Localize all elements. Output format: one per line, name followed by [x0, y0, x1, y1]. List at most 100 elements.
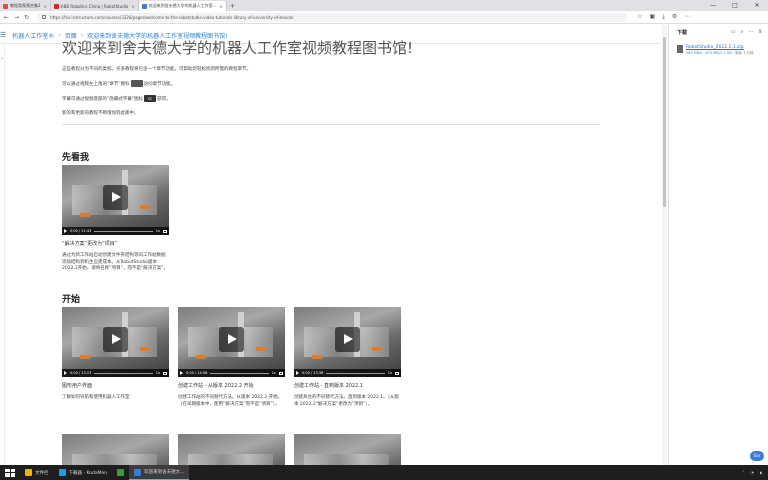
- video-thumbnail: [80, 213, 90, 217]
- video-player[interactable]: 0:00 / 14:58 1x: [178, 307, 285, 377]
- taskbar-item[interactable]: 下载器 - KodaMen: [54, 465, 113, 480]
- video-description: 通过为新工作站启动创建文件夹结构等同工作站数据添加结构到机生应建成本。从Robo…: [62, 253, 169, 271]
- more-icon[interactable]: ⋯: [684, 13, 690, 21]
- fullscreen-icon[interactable]: [395, 371, 399, 375]
- tab-favicon-icon: [3, 3, 8, 9]
- browser-tab-3[interactable]: 欢迎来到舍夫德大学的机器人工作室... ✕: [138, 1, 227, 11]
- lock-icon: [42, 15, 47, 19]
- close-icon[interactable]: ✕: [44, 4, 47, 9]
- fullscreen-icon[interactable]: [163, 229, 167, 233]
- settings-icon[interactable]: ⚙: [672, 13, 677, 21]
- intro-paragraph: 可以通过视频左上角的“章节”图标 访问章节功能。: [62, 80, 662, 88]
- search-icon[interactable]: ⌕: [741, 29, 744, 35]
- video-player[interactable]: 0:00 / 13:23 1x: [62, 307, 169, 377]
- maximize-button[interactable]: □: [724, 0, 746, 11]
- intro-paragraph: 这些教程分为不同的类别。许多教程将包含一个章节功能，可帮助您轻松找到所需的教程章…: [62, 67, 251, 72]
- video-time: 0:00 / 13:23: [70, 371, 92, 375]
- video-player[interactable]: [178, 434, 285, 465]
- network-icon[interactable]: ◔: [750, 470, 754, 475]
- page-scrollbar[interactable]: [662, 25, 667, 465]
- chevron-right-icon[interactable]: ›: [1, 56, 4, 62]
- chevron-up-icon[interactable]: ˄: [742, 470, 744, 475]
- video-thumbnail: [312, 355, 322, 359]
- intro-paragraph: 新的和更新的教程不断增加到此库中。: [62, 111, 139, 116]
- video-card: [62, 434, 169, 465]
- close-window-button[interactable]: ✕: [746, 0, 768, 11]
- more-icon[interactable]: ⋯: [748, 29, 753, 35]
- fullscreen-icon[interactable]: [163, 371, 167, 375]
- video-title: 创建工作站 - 从版本 2022.2 开始: [178, 383, 254, 389]
- chapters-icon: [130, 80, 143, 87]
- video-description: 创建工作站的不同替代方法。从版本 2022.2 开始。（在早期版本中，使用“解决…: [178, 395, 283, 407]
- play-button[interactable]: [103, 185, 128, 210]
- video-thumbnail: [80, 355, 90, 359]
- download-file-name[interactable]: RobotStudio_2022.2.1.zip: [686, 45, 754, 50]
- menu-icon[interactable]: ☰: [0, 31, 6, 39]
- windows-start-icon[interactable]: [5, 468, 15, 477]
- browser-tab-1[interactable]: 教程类视频合集2 ✕: [0, 1, 51, 11]
- taskbar-label: 文件栏: [35, 470, 49, 476]
- tab-label: 教程类视频合集2: [10, 3, 41, 8]
- taskbar-item[interactable]: [112, 465, 129, 480]
- progress-bar[interactable]: [94, 372, 153, 374]
- video-thumbnail: [304, 454, 389, 465]
- browser-tab-bar: 教程类视频合集2 ✕ ABB Robotics China | RobotStu…: [0, 0, 768, 11]
- download-item[interactable]: RobotStudio_2022.2.1.zip 280 MB/s · 873 …: [677, 45, 768, 56]
- forward-icon[interactable]: →: [14, 14, 19, 21]
- video-time: 0:00 / 14:58: [186, 371, 208, 375]
- play-icon[interactable]: [180, 371, 183, 375]
- video-title: 创建工作站 - 直到版本 2022.1: [294, 383, 364, 389]
- video-controls: 0:00 / 14:58 1x: [178, 369, 285, 377]
- volume-icon[interactable]: ◖: [760, 470, 762, 475]
- taskbar-item[interactable]: 文件栏: [20, 465, 54, 480]
- speed-button[interactable]: 1x: [272, 371, 276, 375]
- progress-bar[interactable]: [326, 372, 385, 374]
- scrollbar-thumb[interactable]: [663, 37, 666, 207]
- pin-icon[interactable]: ⊻: [758, 29, 762, 35]
- play-button[interactable]: [103, 327, 128, 352]
- progress-bar[interactable]: [210, 372, 269, 374]
- system-tray: ˄ ◔ ◖: [742, 470, 768, 475]
- video-card: 0:00 / 11:43 1x “解决方案”更改为“项目” 通过为新工作站启动创建文件…: [62, 165, 169, 273]
- download-icon[interactable]: ⤓: [662, 13, 665, 21]
- video-player[interactable]: 0:00 / 13:36 1x: [294, 307, 401, 377]
- star-icon[interactable]: ☆: [637, 13, 642, 21]
- play-button[interactable]: [335, 327, 360, 352]
- speed-button[interactable]: 1x: [156, 229, 160, 233]
- reload-icon[interactable]: ↻: [24, 14, 29, 21]
- section-heading: 开始: [62, 295, 81, 305]
- address-toolbar: ← → ↻ https://his.instructure.com/course…: [0, 11, 768, 24]
- tab-favicon-icon: [141, 3, 147, 9]
- speed-button[interactable]: 1x: [388, 371, 392, 375]
- taskbar-item[interactable]: 欢迎来到舍夫德大...: [129, 465, 190, 480]
- download-file-meta: 280 MB/s · 873 MB/2.2 GB · 剩余 1 分钟: [686, 51, 754, 55]
- new-tab-button[interactable]: +: [227, 1, 238, 11]
- video-player[interactable]: [62, 434, 169, 465]
- video-player[interactable]: 0:00 / 11:43 1x: [62, 165, 169, 235]
- minimize-button[interactable]: —: [702, 0, 724, 11]
- speed-button[interactable]: 1x: [156, 371, 160, 375]
- video-thumbnail: [256, 347, 266, 351]
- play-icon[interactable]: [296, 371, 299, 375]
- section-heading: 先看我: [62, 153, 90, 163]
- breadcrumb-item[interactable]: 机器人工作室®: [12, 31, 54, 40]
- progress-bar[interactable]: [94, 230, 153, 232]
- intro-paragraph: 字幕可通过视频底部的“隐藏式字幕”图标 cc 获得。: [62, 95, 662, 103]
- copilot-badge[interactable]: Sar: [750, 451, 764, 461]
- play-icon[interactable]: [64, 229, 67, 233]
- url-text: https://his.instructure.com/courses/3326…: [50, 14, 294, 20]
- play-button[interactable]: [219, 327, 244, 352]
- fullscreen-icon[interactable]: [279, 371, 283, 375]
- play-icon[interactable]: [64, 371, 67, 375]
- folder-icon[interactable]: ▭: [731, 29, 736, 35]
- close-icon[interactable]: ✕: [131, 4, 134, 9]
- divider: [62, 124, 600, 125]
- browser-tab-2[interactable]: ABB Robotics China | RobotStudio ✕: [51, 1, 139, 11]
- video-player[interactable]: [294, 434, 401, 465]
- extension-icon[interactable]: ▣: [649, 13, 655, 21]
- close-icon[interactable]: ✕: [220, 4, 223, 9]
- address-bar[interactable]: https://his.instructure.com/courses/3326…: [37, 12, 628, 22]
- plus-icon: +: [229, 2, 235, 10]
- text-span: 字幕可通过视频底部的“隐藏式字幕”图标: [62, 97, 144, 102]
- back-icon[interactable]: ←: [4, 14, 9, 21]
